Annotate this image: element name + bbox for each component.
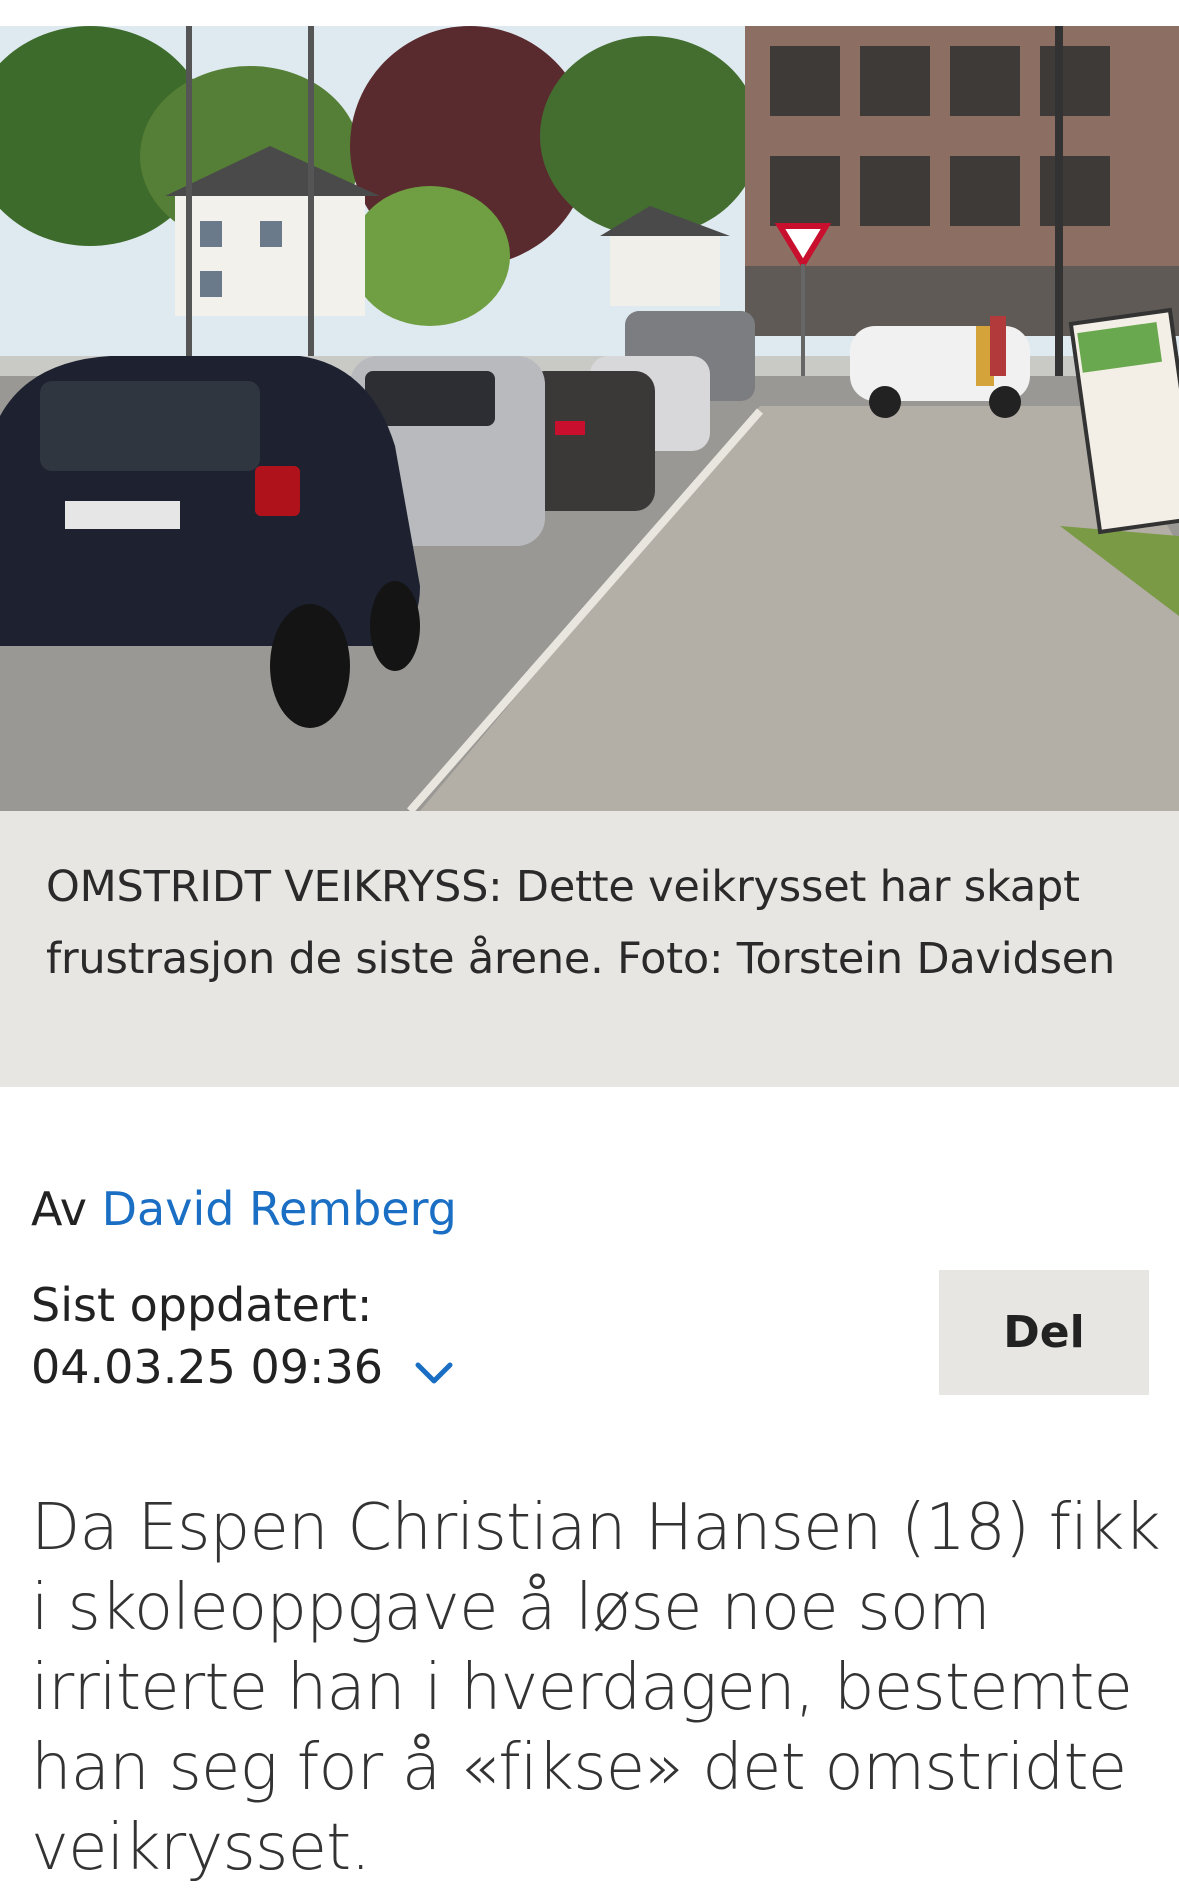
last-updated-value: 04.03.25 09:36 — [31, 1340, 384, 1394]
chevron-down-icon[interactable] — [410, 1355, 458, 1391]
article-lead: Da Espen Christian Hansen (18) fikk i sk… — [31, 1491, 1161, 1885]
share-button[interactable]: Del — [939, 1270, 1149, 1395]
byline-prefix: Av — [31, 1182, 87, 1236]
author-link[interactable]: David Remberg — [102, 1182, 457, 1236]
last-updated-label: Sist oppdatert: — [31, 1278, 373, 1332]
caption-text: OMSTRIDT VEIKRYSS: Dette veikrysset har … — [46, 862, 1116, 984]
photo-caption: OMSTRIDT VEIKRYSS: Dette veikrysset har … — [0, 811, 1179, 1087]
last-updated: Sist oppdatert: 04.03.25 09:36 — [31, 1274, 383, 1398]
article-photo[interactable] — [0, 26, 1179, 811]
street-photo-illustration — [0, 26, 1179, 811]
byline: Av David Remberg — [31, 1182, 457, 1236]
